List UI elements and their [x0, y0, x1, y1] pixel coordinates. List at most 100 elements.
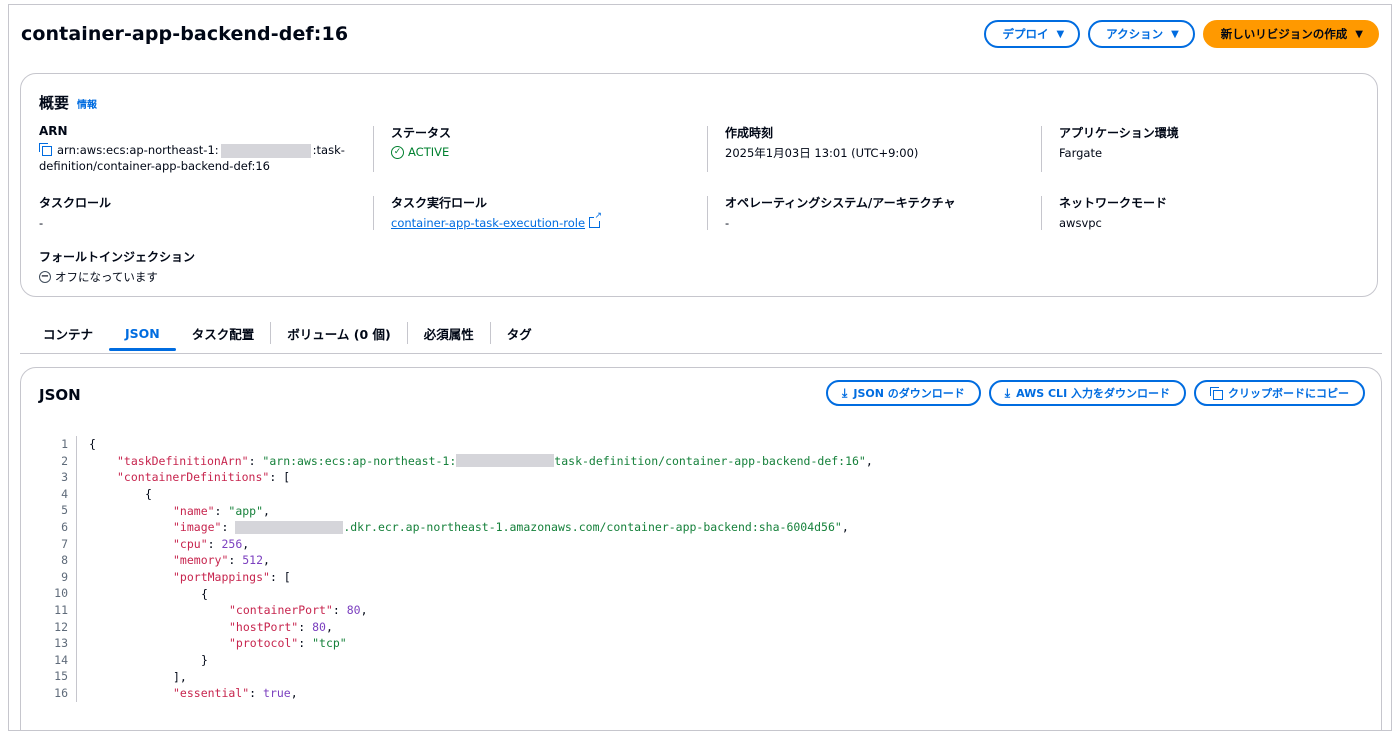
tab-json[interactable]: JSON [109, 317, 176, 351]
disabled-circle-icon: − [39, 271, 51, 283]
deploy-button[interactable]: デプロイ ▼ [984, 20, 1081, 48]
download-json-label: JSON のダウンロード [853, 387, 965, 400]
line-number: 2 [49, 452, 77, 470]
fault-injection-field: フォールトインジェクション − オフになっています [39, 248, 195, 285]
status-value: ✓ ACTIVE [391, 145, 451, 159]
code-token: 256 [221, 536, 243, 551]
redacted-image-registry [235, 520, 344, 534]
arn-suffix: :task- [312, 143, 345, 157]
tabs-underline [20, 353, 1382, 354]
line-number: 5 [49, 502, 77, 519]
code-token: "essential" [173, 686, 250, 701]
exec-role-value: container-app-task-execution-role [391, 212, 603, 231]
fault-injection-text: オフになっています [55, 270, 158, 284]
line-number: 1 [49, 436, 77, 453]
overview-title: 概要 [39, 94, 70, 112]
code-line: 1{ [49, 436, 873, 453]
task-role-value: - [39, 216, 44, 230]
code-line: 15], [49, 668, 873, 685]
download-json-button[interactable]: ⤓ JSON のダウンロード [826, 380, 981, 406]
code-token: 80 [346, 603, 361, 618]
tab-containers[interactable]: コンテナ [27, 317, 109, 349]
exec-role-link[interactable]: container-app-task-execution-role [391, 216, 585, 230]
exec-role-label: タスク実行ロール [391, 196, 488, 210]
line-number: 9 [49, 568, 77, 586]
code-token: "containerPort" [229, 603, 333, 618]
download-icon: ⤓ [1004, 385, 1011, 400]
copy-icon[interactable] [39, 143, 52, 156]
code-token: "protocol" [229, 636, 299, 651]
arn-field: ARN arn:aws:ecs:ap-northeast-1::task- de… [39, 124, 359, 174]
download-cli-input-button[interactable]: ⤓ AWS CLI 入力をダウンロード [988, 380, 1186, 406]
caret-down-icon: ▼ [1171, 28, 1179, 40]
copy-label: クリップボードにコピー [1228, 387, 1349, 400]
tab-volumes[interactable]: ボリューム (0 個) [271, 317, 406, 349]
json-code-view[interactable]: 1{ 2 "taskDefinitionArn": "arn:aws:ecs:ap… [49, 436, 873, 702]
divider [707, 196, 708, 230]
code-token: 80 [312, 619, 326, 634]
tab-required-attributes[interactable]: 必須属性 [408, 317, 490, 349]
arn-label: ARN [39, 124, 68, 138]
arn-line2: definition/container-app-backend-def:16 [39, 159, 270, 173]
create-new-revision-button[interactable]: 新しいリビジョンの作成 ▼ [1202, 20, 1379, 48]
info-link[interactable]: 情報 [77, 96, 97, 111]
fault-injection-value: − オフになっています [39, 269, 195, 285]
actions-button[interactable]: アクション ▼ [1088, 20, 1195, 48]
created-field: 作成時刻 2025年1月03日 13:01 (UTC+9:00) [725, 124, 918, 161]
line-number: 8 [49, 552, 77, 569]
os-field: オペレーティングシステム/アーキテクチャ - [725, 194, 955, 231]
code-token: 512 [242, 553, 264, 568]
network-value: awsvpc [1059, 216, 1102, 230]
code-token: { [89, 437, 96, 452]
page-header: container-app-backend-def:16 デプロイ ▼ アクショ… [21, 13, 1379, 55]
created-label: 作成時刻 [725, 126, 774, 140]
create-new-revision-label: 新しいリビジョンの作成 [1220, 27, 1348, 41]
network-field: ネットワークモード awsvpc [1059, 194, 1167, 231]
app-env-value: Fargate [1059, 146, 1103, 160]
page-title: container-app-backend-def:16 [21, 23, 349, 45]
overview-header: 概要 情報 [39, 92, 97, 113]
divider [707, 126, 708, 172]
code-token: "image" [173, 520, 222, 535]
code-line: 14} [49, 651, 873, 669]
line-number: 10 [49, 585, 77, 602]
line-number: 13 [49, 635, 77, 652]
divider [373, 126, 374, 172]
code-token: true [263, 686, 291, 701]
code-line: 8 "memory": 512, [49, 552, 873, 569]
tab-tags[interactable]: タグ [491, 317, 548, 349]
tab-task-placement[interactable]: タスク配置 [176, 317, 271, 349]
code-line: 13 "protocol": "tcp" [49, 635, 873, 652]
status-field: ステータス ✓ ACTIVE [391, 124, 451, 159]
line-number: 14 [49, 651, 77, 669]
json-panel: JSON ⤓ JSON のダウンロード ⤓ AWS CLI 入力をダウンロード … [20, 367, 1382, 730]
line-number: 11 [49, 601, 77, 619]
line-number: 16 [49, 684, 77, 702]
code-token: "tcp" [312, 636, 347, 651]
code-token: task-definition/container-app-backend-de… [554, 453, 866, 468]
line-number: 6 [49, 518, 77, 536]
code-line: 2 "taskDefinitionArn": "arn:aws:ecs:ap-no… [49, 452, 873, 470]
code-line: 5 "name": "app", [49, 502, 873, 519]
task-role-label: タスクロール [39, 196, 112, 210]
code-token: "cpu" [173, 536, 208, 551]
header-actions: デプロイ ▼ アクション ▼ 新しいリビジョンの作成 ▼ [984, 20, 1379, 48]
code-token: "portMappings" [173, 570, 270, 585]
network-label: ネットワークモード [1059, 196, 1168, 210]
fault-injection-label: フォールトインジェクション [39, 250, 196, 264]
redacted-account-id [456, 454, 555, 468]
created-value: 2025年1月03日 13:01 (UTC+9:00) [725, 146, 919, 160]
code-token: "name" [173, 503, 215, 518]
arn-value: arn:aws:ecs:ap-northeast-1::task- defini… [39, 142, 359, 174]
status-label: ステータス [391, 126, 452, 140]
actions-label: アクション [1106, 27, 1164, 41]
download-cli-label: AWS CLI 入力をダウンロード [1016, 387, 1170, 400]
json-actions: ⤓ JSON のダウンロード ⤓ AWS CLI 入力をダウンロード クリップボ… [826, 380, 1365, 406]
code-line: 3 "containerDefinitions": [ [49, 469, 873, 486]
external-link-icon [589, 212, 603, 228]
copy-to-clipboard-button[interactable]: クリップボードにコピー [1194, 380, 1365, 406]
code-line: 7 "cpu": 256, [49, 535, 873, 553]
divider [1041, 126, 1042, 172]
os-label: オペレーティングシステム/アーキテクチャ [725, 196, 956, 210]
json-panel-title: JSON [39, 386, 81, 404]
